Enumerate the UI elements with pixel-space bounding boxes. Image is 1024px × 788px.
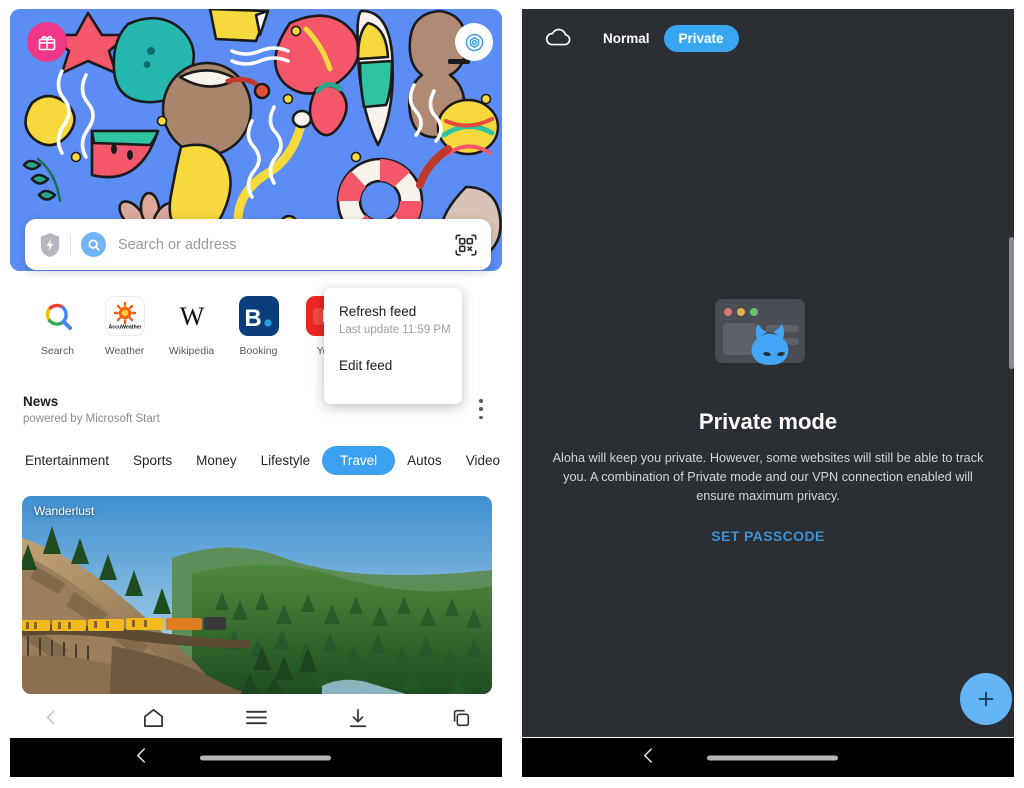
tab-sports[interactable]: Sports [121,446,184,475]
private-mode-description: Aloha will keep you private. However, so… [552,451,984,503]
tab-normal[interactable]: Normal [603,31,650,46]
settings-hexagon-icon[interactable] [455,23,493,61]
dual-screenshot-comparison: Search or address Search AccuWeather Wea… [0,0,1024,788]
news-card-source: Wanderlust [34,504,95,518]
system-back-icon[interactable] [642,747,655,769]
shortcut-label: Weather [104,345,145,357]
dot [479,399,483,403]
shield-bolt-icon[interactable] [39,232,61,258]
tab-private[interactable]: Private [663,24,739,52]
news-card[interactable]: Wanderlust [22,496,492,694]
system-home-pill[interactable] [707,755,838,760]
svg-text:B: B [244,305,261,332]
feed-options-menu: Refresh feed Last update 11:59 PM Edit f… [324,288,462,404]
news-subtitle: powered by Microsoft Start [23,413,160,425]
downloads-button[interactable] [307,697,409,738]
left-panel-browser-home: Search or address Search AccuWeather Wea… [0,0,512,788]
menu-item-refresh-feed[interactable]: Refresh feed [339,304,462,319]
qr-scan-icon[interactable] [453,232,479,258]
mode-switcher-bar: Normal Private [522,9,1014,67]
tab-entertainment[interactable]: Entertainment [13,446,121,475]
search-icon[interactable] [81,232,106,257]
system-nav-bar [10,738,502,777]
booking-icon: B [238,296,279,336]
news-title: News [23,394,59,409]
menu-last-update: Last update 11:59 PM [339,324,451,336]
shortcut-label: Wikipedia [168,345,215,357]
home-button[interactable] [102,697,204,738]
svg-text:W: W [179,302,204,331]
system-home-pill[interactable] [200,755,331,760]
shortcut-label: Booking [239,345,278,357]
cloud-icon[interactable] [544,26,574,50]
more-vertical-icon[interactable] [473,396,489,422]
private-mode-screen: Normal Private Private mode Aloha will k… [522,9,1014,737]
accuweather-icon: AccuWeather [104,296,145,336]
page-title: Private mode [698,409,838,434]
menu-button[interactable] [205,697,307,738]
menu-item-edit-feed[interactable]: Edit feed [339,358,462,373]
tab-video[interactable]: Video [454,446,512,475]
wikipedia-icon: W [172,296,212,336]
set-passcode-button[interactable]: SET PASSCODE [711,528,824,544]
divider [70,233,71,256]
vertical-scrollbar[interactable] [1009,237,1014,369]
system-nav-bar [522,738,1014,777]
gift-icon[interactable] [27,22,67,62]
shortcut-weather[interactable]: AccuWeather Weather [91,296,158,372]
shortcut-wikipedia[interactable]: W Wikipedia [158,296,225,372]
news-category-tabs: Entertainment Sports Money Lifestyle Tra… [0,441,512,479]
google-search-icon [38,296,78,336]
shortcut-search[interactable]: Search [24,296,91,372]
private-mask-browser-icon [713,297,823,383]
right-panel-private-mode: Normal Private Private mode Aloha will k… [512,0,1024,788]
tab-money[interactable]: Money [184,446,249,475]
tab-lifestyle[interactable]: Lifestyle [249,446,323,475]
private-mode-content: Private mode Aloha will keep you private… [522,297,1014,544]
dot [479,407,483,411]
browser-bottom-toolbar [0,697,512,738]
dot [479,415,483,419]
tab-travel[interactable]: Travel [322,445,396,475]
search-input-placeholder[interactable]: Search or address [118,237,453,253]
svg-text:AccuWeather: AccuWeather [108,325,141,331]
tab-autos[interactable]: Autos [395,446,454,475]
address-bar[interactable]: Search or address [25,219,491,270]
back-button[interactable] [0,697,102,738]
shortcut-label: Search [40,345,75,357]
news-section-header: News powered by Microsoft Start [23,394,160,425]
system-back-icon[interactable] [135,747,148,769]
new-tab-button[interactable] [960,673,1012,725]
tabs-button[interactable] [410,697,512,738]
shortcut-booking[interactable]: B Booking [225,296,292,372]
